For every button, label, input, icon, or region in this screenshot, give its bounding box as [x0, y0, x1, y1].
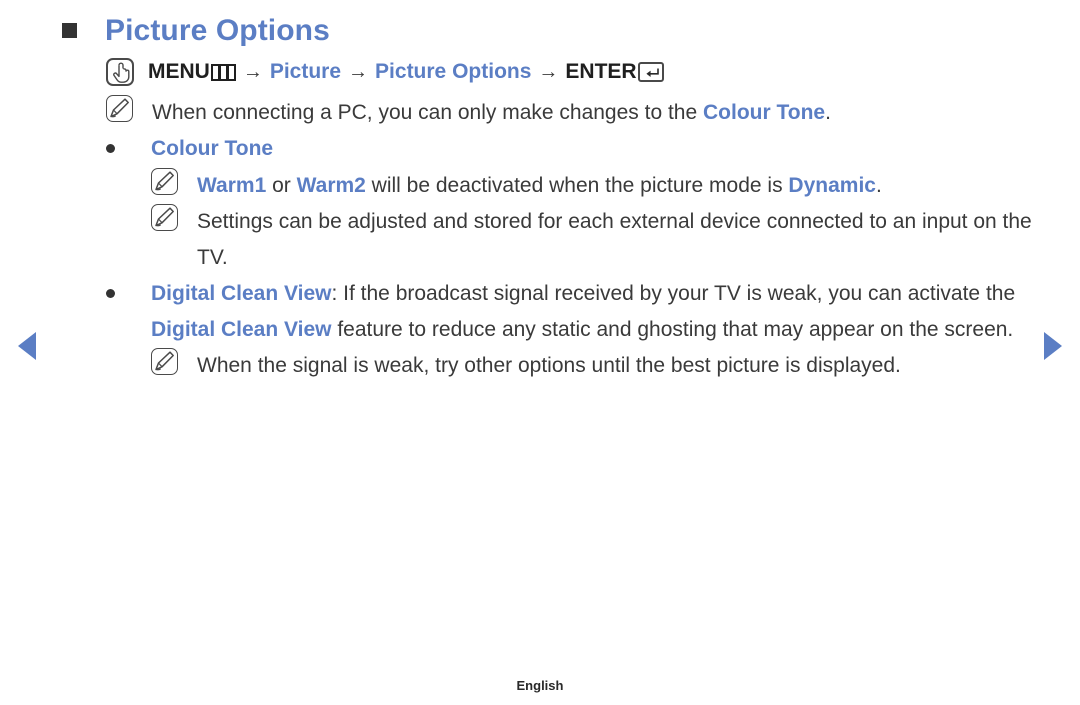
- page-heading: Picture Options: [62, 12, 330, 50]
- section-colour-tone-heading: Colour Tone: [106, 131, 1046, 167]
- note-text: When the signal is weak, try other optio…: [197, 354, 901, 378]
- note-weak-signal: When the signal is weak, try other optio…: [151, 348, 1046, 384]
- menu-path-row: MENU → Picture → Picture Options → ENTER: [106, 58, 1046, 87]
- menu-label: MENU: [148, 60, 210, 83]
- heading-square-bullet-icon: [62, 23, 77, 38]
- section-body: Digital Clean View: If the broadcast sig…: [151, 276, 1046, 348]
- page-root: Picture Options MENU → Picture → Picture…: [0, 0, 1080, 705]
- section-digital-clean-view: Digital Clean View: If the broadcast sig…: [106, 276, 1046, 348]
- menu-step-picture-options[interactable]: Picture Options: [375, 58, 531, 86]
- hand-press-icon: [106, 58, 134, 87]
- note-link-colour-tone[interactable]: Colour Tone: [703, 101, 825, 124]
- enter-label: ENTER: [565, 60, 637, 83]
- content-area: MENU → Picture → Picture Options → ENTER: [106, 58, 1046, 384]
- path-arrow-1: →: [242, 60, 263, 83]
- section-body-pre: : If the broadcast signal received by yo…: [331, 281, 1016, 305]
- note-text-post: .: [825, 101, 831, 125]
- note-settings-stored: Settings can be adjusted and stored for …: [151, 203, 1046, 276]
- note-text: When connecting a PC, you can only make …: [152, 95, 831, 131]
- note-term-warm1: Warm1: [197, 173, 267, 197]
- next-page-arrow-icon[interactable]: [1044, 332, 1062, 360]
- note-text: Warm1 or Warm2 will be deactivated when …: [197, 168, 882, 204]
- note-body-mid: will be deactivated when the picture mod…: [365, 173, 789, 197]
- path-arrow-3: →: [538, 60, 559, 83]
- prev-page-arrow-icon[interactable]: [18, 332, 36, 360]
- bullet-dot-icon: [106, 144, 115, 154]
- bullet-dot-icon: [106, 288, 115, 298]
- note-pencil-icon: [151, 348, 178, 376]
- path-arrow-2: →: [348, 60, 369, 83]
- note-pencil-icon: [151, 167, 178, 195]
- note-pencil-icon: [106, 95, 133, 123]
- note-term-warm2: Warm2: [296, 173, 366, 197]
- note-text: Settings can be adjusted and stored for …: [197, 209, 1032, 269]
- menu-step-picture[interactable]: Picture: [270, 58, 341, 86]
- note-term-dynamic: Dynamic: [788, 173, 876, 197]
- section-link-digital-clean-view[interactable]: Digital Clean View: [151, 318, 332, 341]
- note-conj: or: [266, 173, 297, 197]
- menu-bars-icon: [210, 63, 236, 81]
- enter-key-icon: [637, 62, 664, 83]
- section-body-post: feature to reduce any static and ghostin…: [331, 318, 1014, 341]
- section-title: Digital Clean View: [151, 281, 332, 305]
- section-title: Colour Tone: [151, 137, 274, 161]
- note-warm-deactivated: Warm1 or Warm2 will be deactivated when …: [151, 167, 1046, 204]
- footer-language-label: English: [516, 678, 564, 693]
- page-title: Picture Options: [105, 14, 330, 47]
- note-pc-colour-tone: When connecting a PC, you can only make …: [106, 95, 1046, 131]
- note-period: .: [875, 173, 882, 197]
- note-pencil-icon: [151, 203, 178, 231]
- note-text-pre: When connecting a PC, you can only make …: [152, 101, 703, 125]
